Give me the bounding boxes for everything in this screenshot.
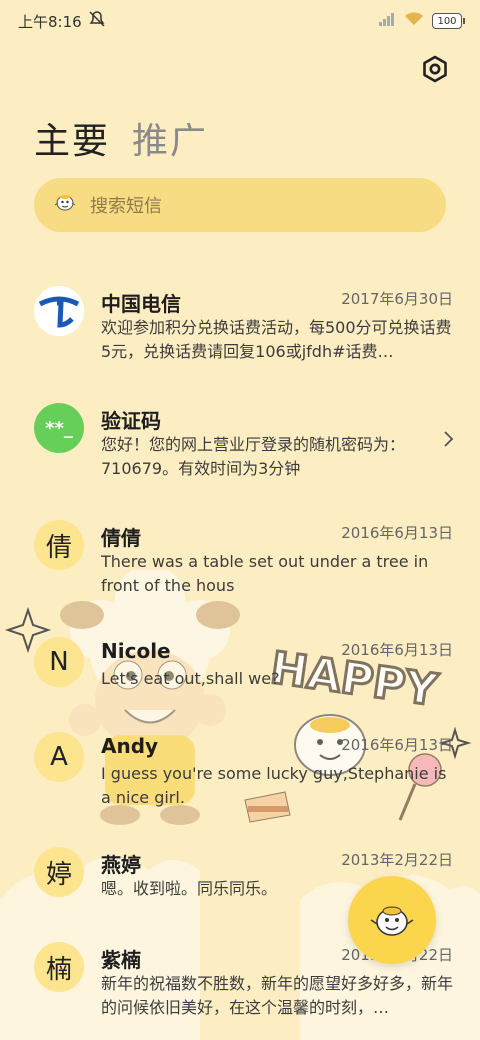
status-bar: 上午8:16 100 bbox=[0, 0, 480, 42]
tab-bar: 主要 推广 bbox=[34, 112, 208, 164]
message-date: 2016年6月13日 bbox=[341, 641, 453, 659]
search-placeholder: 搜索短信 bbox=[90, 196, 162, 217]
settings-hexagon-icon bbox=[423, 55, 447, 83]
message-snippet: I guess you're some lucky guy,Stephanie … bbox=[101, 764, 447, 807]
contact-name: Nicole bbox=[101, 639, 171, 663]
message-snippet: 欢迎参加积分兑换话费活动，每500分可兑换话费5元，兑换话费请回复106或jfd… bbox=[101, 318, 452, 361]
compose-button[interactable] bbox=[348, 876, 436, 964]
china-telecom-logo bbox=[34, 286, 84, 336]
battery-indicator: 100 bbox=[432, 13, 465, 29]
chevron-right-icon[interactable] bbox=[442, 429, 456, 453]
conversation-item[interactable]: 中国电信 2017年6月30日 欢迎参加积分兑换话费活动，每500分可兑换话费5… bbox=[0, 266, 480, 383]
contact-name: 中国电信 bbox=[101, 292, 181, 316]
egg-mascot-icon bbox=[370, 906, 414, 936]
message-snippet: 您好！您的网上营业厅登录的随机密码为：710679。有效时间为3分钟 bbox=[101, 435, 406, 478]
signal-icon bbox=[378, 12, 396, 30]
message-date: 2013年2月22日 bbox=[341, 851, 453, 869]
avatar: 楠 bbox=[34, 942, 84, 992]
message-snippet: There was a table set out under a tree i… bbox=[101, 552, 429, 595]
avatar: A bbox=[34, 732, 84, 782]
settings-button[interactable] bbox=[418, 52, 452, 86]
message-date: 2017年6月30日 bbox=[341, 290, 453, 308]
tab-primary[interactable]: 主要 bbox=[34, 112, 110, 164]
tab-promotions[interactable]: 推广 bbox=[132, 112, 208, 164]
search-input[interactable]: 搜索短信 bbox=[34, 178, 446, 232]
conversation-item[interactable]: **_ 验证码 您好！您的网上营业厅登录的随机密码为：710679。有效时间为3… bbox=[0, 383, 480, 500]
message-snippet: 新年的祝福数不胜数，新年的愿望好多好多，新年的问候依旧美好，在这个温馨的时刻，… bbox=[101, 974, 453, 1017]
battery-level: 100 bbox=[437, 15, 457, 27]
avatar: 倩 bbox=[34, 520, 84, 570]
message-date: 2016年6月13日 bbox=[341, 736, 453, 754]
contact-name: Andy bbox=[101, 734, 159, 758]
conversation-item[interactable]: N Nicole 2016年6月13日 Let's eat out,shall … bbox=[0, 617, 480, 712]
avatar: **_ bbox=[34, 403, 84, 453]
contact-name: 倩倩 bbox=[101, 526, 141, 550]
status-time: 上午8:16 bbox=[18, 12, 82, 31]
contact-name: 验证码 bbox=[101, 409, 161, 433]
contact-name: 紫楠 bbox=[101, 948, 141, 972]
mute-icon bbox=[88, 10, 106, 32]
wifi-icon bbox=[404, 12, 424, 30]
egg-mascot-icon bbox=[52, 192, 78, 218]
avatar: 婷 bbox=[34, 847, 84, 897]
avatar: N bbox=[34, 637, 84, 687]
conversation-item[interactable]: A Andy 2016年6月13日 I guess you're some lu… bbox=[0, 712, 480, 827]
conversation-item[interactable]: 倩 倩倩 2016年6月13日 There was a table set ou… bbox=[0, 500, 480, 617]
message-snippet: Let's eat out,shall we? bbox=[101, 669, 280, 688]
message-date: 2016年6月13日 bbox=[341, 524, 453, 542]
contact-name: 燕婷 bbox=[101, 853, 141, 877]
